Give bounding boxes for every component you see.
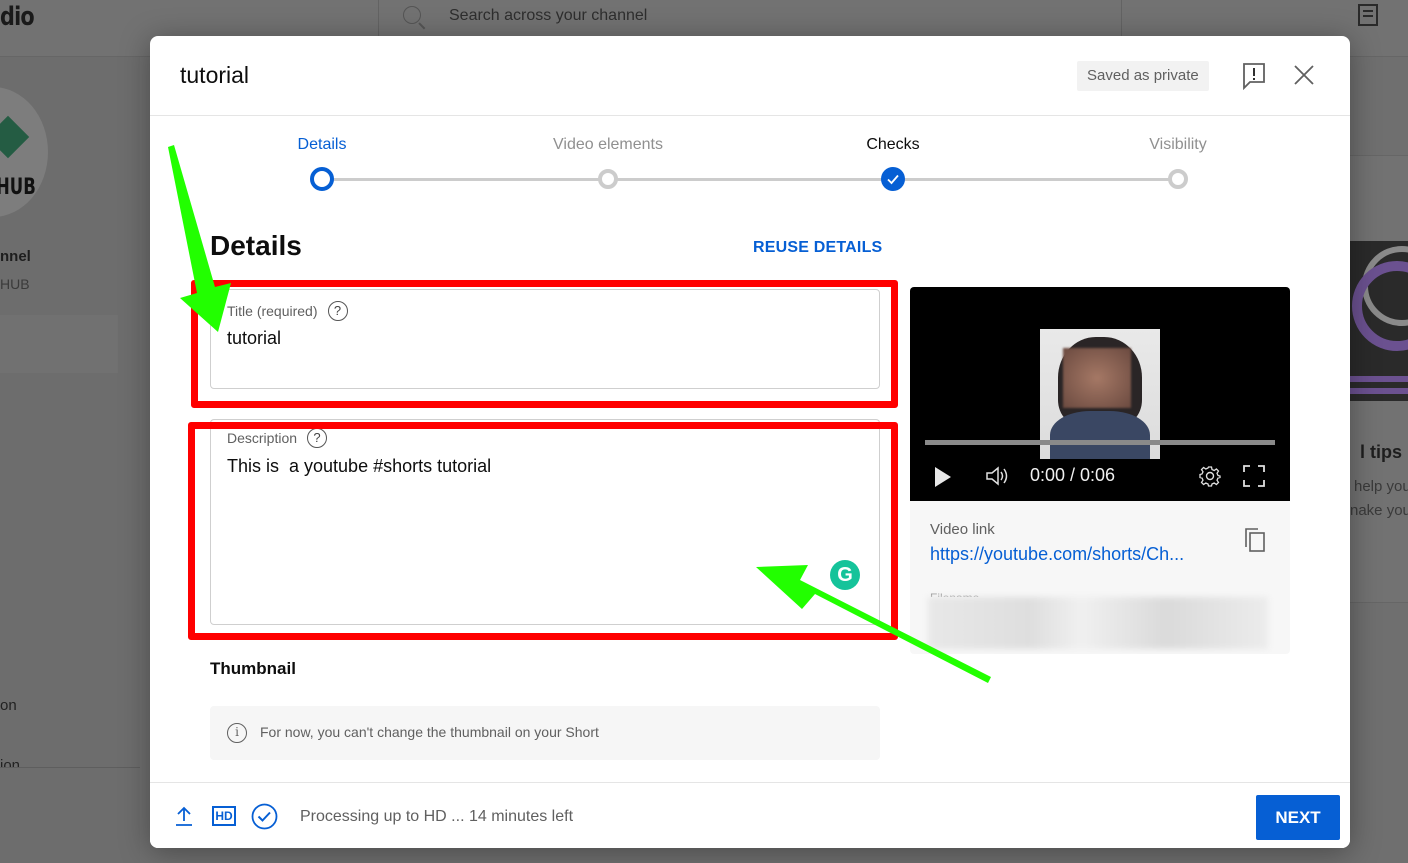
avatar-logo-text: HUB <box>0 175 36 200</box>
volume-icon <box>986 466 1008 486</box>
sidebar-divider <box>0 767 140 768</box>
title-field-label-row: Title (required) ? <box>227 301 348 321</box>
copy-icon <box>1245 528 1265 552</box>
video-player[interactable]: 0:00 / 0:06 <box>910 287 1290 501</box>
sidebar-item[interactable]: ion <box>0 757 20 767</box>
video-progress-bar[interactable] <box>925 440 1275 445</box>
video-time: 0:00 / 0:06 <box>1030 465 1116 485</box>
help-icon[interactable]: ? <box>327 301 348 321</box>
step-label: Video elements <box>553 136 663 153</box>
fullscreen-button[interactable] <box>1243 465 1265 487</box>
dialog-title: tutorial <box>180 62 250 88</box>
title-label: Title (required) <box>227 303 318 319</box>
sidebar-item[interactable]: on <box>0 697 17 714</box>
tips-card-title: l tips <box>1360 442 1403 462</box>
settings-button[interactable] <box>1199 465 1221 487</box>
saved-status-badge: Saved as private <box>1077 61 1209 91</box>
volume-button[interactable] <box>984 464 1012 488</box>
gear-icon <box>1199 466 1221 487</box>
upload-details-dialog: tutorial Saved as private Details Video … <box>150 36 1350 848</box>
video-link[interactable]: https://youtube.com/shorts/Ch... <box>930 544 1184 565</box>
dialog-header: tutorial Saved as private <box>150 36 1350 116</box>
description-input[interactable]: Description ? This is a youtube #shorts … <box>210 419 880 625</box>
step-connector <box>608 178 893 181</box>
step-pending-dot-icon <box>1168 169 1188 189</box>
step-label: Checks <box>866 136 920 153</box>
description-label: Description <box>227 430 298 446</box>
channel-label: nnel <box>0 248 31 265</box>
next-button[interactable]: NEXT <box>1256 795 1340 840</box>
grammarly-icon[interactable]: G <box>830 560 860 590</box>
channel-search[interactable]: Search across your channel <box>378 0 1122 36</box>
close-icon <box>1294 65 1314 85</box>
hd-icon[interactable]: HD <box>212 806 236 826</box>
filename-blurred <box>928 597 1268 649</box>
search-icon <box>403 6 421 24</box>
fullscreen-icon <box>1243 465 1265 487</box>
tips-card: l tips help you nake you <box>1350 155 1408 603</box>
dialog-footer: HD Processing up to HD ... 14 minutes le… <box>150 782 1350 848</box>
video-preview-panel: 0:00 / 0:06 Video link https://youtube.c… <box>910 287 1290 654</box>
step-connector <box>893 178 1178 181</box>
section-title: Details <box>210 230 302 261</box>
info-icon: i <box>227 723 247 743</box>
video-link-label: Video link <box>930 521 995 538</box>
channel-name: HUB <box>0 276 30 292</box>
thumbnail-heading: Thumbnail <box>210 659 296 678</box>
studio-sidebar: HUB nnel HUB on ion <box>0 57 140 863</box>
upload-status-button[interactable] <box>175 805 193 827</box>
title-value[interactable]: tutorial <box>227 328 281 349</box>
checks-status-button[interactable] <box>251 803 278 830</box>
description-field-label-row: Description ? <box>227 428 328 448</box>
title-input[interactable]: Title (required) ? tutorial <box>210 289 880 389</box>
search-placeholder: Search across your channel <box>449 7 648 24</box>
play-icon[interactable] <box>935 467 951 487</box>
copy-link-button[interactable] <box>1244 527 1266 553</box>
report-feedback-button[interactable] <box>1242 62 1266 91</box>
step-label: Visibility <box>1149 136 1207 153</box>
check-circle-icon <box>251 803 278 830</box>
description-value[interactable]: This is a youtube #shorts tutorial <box>227 456 491 477</box>
thumbnail-info-text: For now, you can't change the thumbnail … <box>260 724 599 740</box>
help-icon[interactable]: ? <box>307 428 328 448</box>
tips-card-text: nake you <box>1350 502 1408 519</box>
tips-card-image <box>1350 241 1408 401</box>
reuse-details-button[interactable]: REUSE DETAILS <box>753 239 882 257</box>
step-done-check-icon <box>881 167 905 191</box>
processing-status: Processing up to HD ... 14 minutes left <box>300 808 574 825</box>
sidebar-selected-item[interactable] <box>0 315 118 373</box>
studio-logo: dio <box>0 2 35 32</box>
avatar-logo-shape <box>0 115 30 159</box>
tips-card-text: help you <box>1354 478 1408 495</box>
step-pending-dot-icon <box>598 169 618 189</box>
upload-stepper: Details Video elements Checks Visibility <box>150 116 1350 226</box>
thumbnail-info-box: i For now, you can't change the thumbnai… <box>210 706 880 760</box>
upload-icon <box>176 806 192 826</box>
step-current-dot-icon <box>310 167 334 191</box>
feedback-flag-icon <box>1243 63 1265 91</box>
feedback-icon[interactable] <box>1358 4 1378 26</box>
close-button[interactable] <box>1292 63 1316 87</box>
step-connector <box>322 178 608 181</box>
step-label: Details <box>297 136 347 153</box>
channel-avatar[interactable]: HUB <box>0 87 48 217</box>
